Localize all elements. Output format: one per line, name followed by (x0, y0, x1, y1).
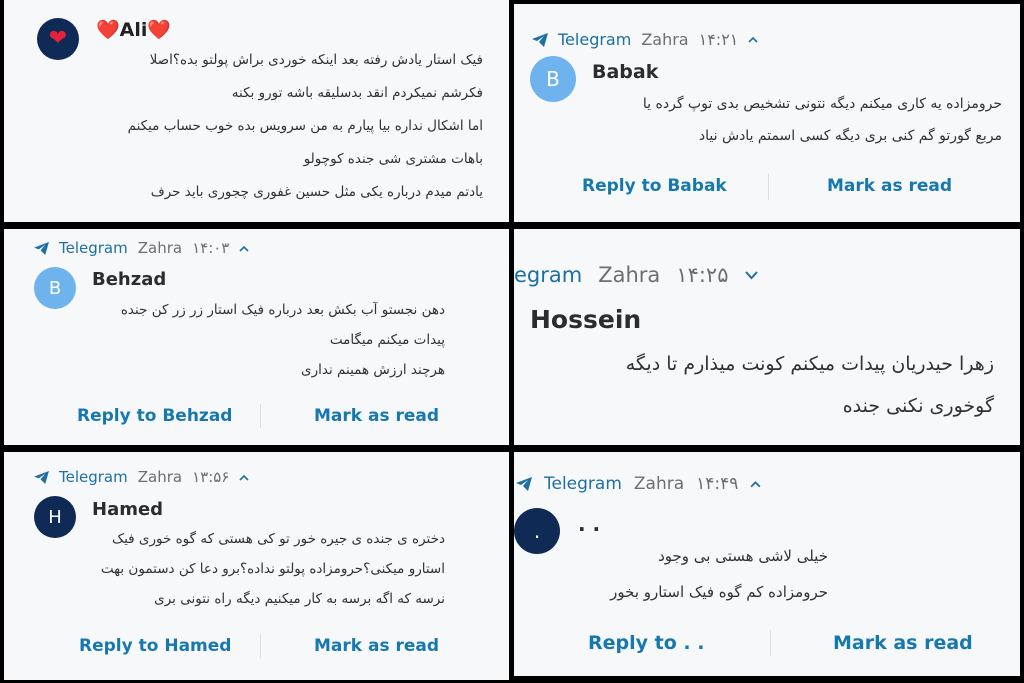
notification-panel-hossein: egram Zahra ۱۴:۲۵ Hossein زهرا حیدریان پ… (514, 229, 1020, 445)
action-divider (260, 634, 261, 658)
message-line: مربع گورتو گم کنی بری دیگه کسی اسمتم یاد… (698, 128, 1002, 144)
message-line: یادتم میدم درباره یکی مثل حسین غفوری چجو… (150, 184, 483, 200)
avatar-letter: B (48, 277, 62, 299)
message-line: فکرشم نمیکردم انقد بدسلیقه باشه تورو بکن… (231, 85, 483, 101)
notification-time: ۱۴:۲۱ (698, 30, 739, 49)
avatar: . (514, 508, 560, 554)
avatar-letter: . (533, 519, 541, 543)
telegram-icon (532, 32, 548, 47)
account-name: Zahra (137, 239, 183, 257)
message-line: دختره ی جنده ی جیره خور تو کی هستی که گو… (112, 531, 445, 547)
message-line: نرسه که اگه برسه به کار میکنیم دیگه راه … (154, 591, 445, 607)
app-name: egram (514, 263, 583, 287)
sender-name: Hossein (530, 305, 642, 334)
reply-button[interactable]: Reply to Hamed (79, 636, 231, 656)
message-text: حرومزاده یه کاری میکنم دیگه نتونی تشخیص … (643, 88, 1002, 152)
notification-header: Telegram Zahra ۱۴:۲۱ (532, 30, 758, 49)
notification-panel-behzad: Telegram Zahra ۱۴:۰۳ B Behzad دهن نجستو … (4, 229, 509, 445)
message-line: حرومزاده کم گوه فیک استارو بخور (610, 583, 828, 601)
message-line: زهرا حیدریان پیدات میکنم کونت میذارم تا … (625, 353, 994, 375)
avatar: B (34, 267, 76, 309)
message-line: بزنی (128, 209, 483, 222)
message-line: خیلی لاشی هستی بی وجود (658, 547, 828, 565)
message-line: حرومزاده یه کاری میکنم دیگه نتونی تشخیص … (642, 96, 1002, 112)
message-line: دهن نجستو آب بکش بعد درباره فیک استار زر… (120, 302, 445, 318)
message-line: باهات مشتری شی جنده کوچولو (303, 151, 483, 167)
notification-header: Telegram Zahra ۱۴:۴۹ (516, 474, 761, 494)
chevron-up-icon[interactable] (748, 36, 758, 43)
sender-name: Hamed (92, 499, 164, 520)
message-line: فیک استار یادش رفته بعد اینکه خوردی براش… (149, 52, 483, 68)
sender-name: Behzad (92, 269, 167, 290)
message-line: گوخوری نکنی جنده (842, 395, 994, 417)
reply-button[interactable]: Reply to . . (588, 632, 704, 654)
mark-as-read-button[interactable]: Mark as read (827, 176, 952, 196)
message-line: استارو میکنی؟حرومزاده پولتو نداده؟برو دع… (100, 561, 445, 577)
action-divider (768, 174, 769, 200)
avatar: H (34, 496, 76, 538)
notification-panel-dots: Telegram Zahra ۱۴:۴۹ . . . خیلی لاشی هست… (514, 452, 1020, 676)
message-text: دهن نجستو آب بکش بعد درباره فیک استار زر… (121, 295, 445, 385)
action-divider (260, 404, 261, 428)
app-name: Telegram (544, 474, 622, 494)
heart-icon: ❤ (48, 26, 68, 51)
notification-time: ۱۴:۴۹ (696, 474, 739, 494)
avatar-letter: B (546, 67, 560, 91)
app-name: Telegram (558, 30, 632, 49)
message-line: اما اشکال نداره بیا پیارم به من سرویس بد… (127, 118, 483, 134)
notification-header: egram Zahra ۱۴:۲۵ (514, 263, 758, 287)
app-name: Telegram (59, 239, 128, 257)
notification-header: Telegram Zahra ۱۴:۰۳ (34, 239, 249, 257)
account-name: Zahra (633, 474, 685, 494)
sender-name: Babak (592, 61, 659, 83)
telegram-icon (516, 477, 532, 491)
reply-button[interactable]: Reply to Behzad (77, 406, 232, 426)
notification-time: ۱۳:۵۶ (192, 468, 230, 486)
mark-as-read-button[interactable]: Mark as read (314, 406, 439, 426)
message-text: خیلی لاشی هستی بی وجود حرومزاده کم گوه ف… (610, 538, 828, 610)
message-text: زهرا حیدریان پیدات میکنم کونت میذارم تا … (626, 343, 994, 427)
notification-time: ۱۴:۰۳ (192, 239, 230, 257)
notification-time: ۱۴:۲۵ (676, 263, 729, 287)
chevron-up-icon[interactable] (750, 480, 761, 488)
avatar: B (530, 56, 576, 102)
chevron-down-icon[interactable] (744, 270, 758, 280)
message-text: دختره ی جنده ی جیره خور تو کی هستی که گو… (101, 524, 445, 614)
app-name: Telegram (59, 468, 128, 486)
message-line: هرچند ارزش همینم نداری (301, 362, 445, 378)
chevron-up-icon[interactable] (239, 245, 249, 252)
sender-name: ❤️Ali❤️ (96, 19, 172, 41)
mark-as-read-button[interactable]: Mark as read (314, 636, 439, 656)
sender-name: . . (578, 512, 601, 536)
reply-button[interactable]: Reply to Babak (582, 176, 727, 196)
message-text: فیک استار یادش رفته بعد اینکه خوردی براش… (128, 44, 483, 222)
notification-panel-ali: ❤ ❤️Ali❤️ فیک استار یادش رفته بعد اینکه … (4, 0, 509, 222)
message-line: پیدات میکنم میگامت (329, 332, 445, 348)
telegram-icon (34, 241, 49, 255)
notification-panel-babak: Telegram Zahra ۱۴:۲۱ B Babak حرومزاده یه… (514, 4, 1020, 222)
telegram-icon (34, 470, 49, 484)
account-name: Zahra (137, 468, 183, 486)
notification-panel-hamed: Telegram Zahra ۱۳:۵۶ H Hamed دختره ی جند… (4, 452, 509, 680)
notification-header: Telegram Zahra ۱۳:۵۶ (34, 468, 249, 486)
avatar-letter: H (48, 506, 62, 528)
chevron-up-icon[interactable] (239, 474, 249, 481)
mark-as-read-button[interactable]: Mark as read (833, 632, 973, 654)
avatar-ali: ❤ (37, 18, 79, 60)
account-name: Zahra (641, 30, 689, 49)
action-divider (770, 630, 771, 656)
account-name: Zahra (598, 263, 661, 287)
